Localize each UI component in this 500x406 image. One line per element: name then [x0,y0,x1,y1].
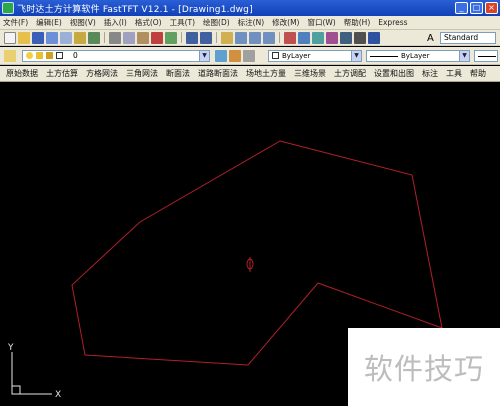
text-style-combo[interactable]: Standard [440,32,496,44]
cmd-annotate[interactable]: 标注 [422,68,438,79]
new-file-icon[interactable] [4,31,16,44]
print-preview-icon[interactable] [60,31,72,44]
menu-insert[interactable]: 插入(I) [104,17,127,28]
linetype-sample [370,56,398,57]
custom-menu-bar: 原始数据 土方估算 方格网法 三角网法 断面法 道路断面法 场地土方量 三维场景… [0,66,500,82]
markup-icon[interactable] [340,31,352,44]
menu-draw[interactable]: 绘图(D) [203,17,230,28]
maximize-button[interactable]: □ [470,2,483,14]
layer-name: 0 [73,51,78,60]
layer-on-icon [26,52,33,59]
sheet-set-icon[interactable] [326,31,338,44]
standard-toolbar: A Standard [0,30,500,46]
color-swatch [272,52,279,59]
menu-modify[interactable]: 修改(M) [272,17,299,28]
close-button[interactable]: × [485,2,498,14]
make-current-layer-icon[interactable] [215,50,227,62]
layer-states-icon[interactable] [243,50,255,62]
menu-help[interactable]: 帮助(H) [344,17,371,28]
watermark: 软件技巧 [348,328,500,406]
redo-icon[interactable] [200,31,212,44]
color-combo[interactable]: ByLayer ▼ [268,50,362,62]
layer-color-swatch [56,52,63,59]
menu-window[interactable]: 窗口(W) [307,17,335,28]
print-icon[interactable] [46,31,58,44]
cut-icon[interactable] [109,31,121,44]
layer-manager-icon[interactable] [4,50,16,62]
menu-dimension[interactable]: 标注(N) [238,17,264,28]
cmd-triangle-method[interactable]: 三角网法 [126,68,158,79]
block-editor-icon[interactable] [165,31,177,44]
menu-view[interactable]: 视图(V) [70,17,96,28]
copy-icon[interactable] [123,31,135,44]
cmd-3d-scene[interactable]: 三维场景 [294,68,326,79]
calculator-icon[interactable] [354,31,366,44]
tool-palettes-icon[interactable] [312,31,324,44]
layer-lock-icon [46,52,53,59]
layer-freeze-icon [36,52,43,59]
cmd-settings-output[interactable]: 设置和出图 [374,68,414,79]
toolbar-separator [181,32,182,43]
lineweight-combo[interactable] [474,50,498,62]
chevron-down-icon[interactable]: ▼ [199,51,209,61]
paste-icon[interactable] [137,31,149,44]
cmd-road-section-method[interactable]: 道路断面法 [198,68,238,79]
watermark-text: 软件技巧 [363,352,484,386]
color-value: ByLayer [282,52,311,60]
cmd-tools[interactable]: 工具 [446,68,462,79]
toolbar-separator [104,32,105,43]
layer-previous-icon[interactable] [229,50,241,62]
cmd-earthwork-estimate[interactable]: 土方估算 [46,68,78,79]
menu-format[interactable]: 格式(O) [135,17,162,28]
zoom-previous-icon[interactable] [263,31,275,44]
undo-icon[interactable] [186,31,198,44]
layer-combo[interactable]: 0 ▼ [22,50,210,62]
menu-bar: 文件(F) 编辑(E) 视图(V) 插入(I) 格式(O) 工具(T) 绘图(D… [0,16,500,30]
cmd-earthwork-allocation[interactable]: 土方调配 [334,68,366,79]
help-icon[interactable] [368,31,380,44]
plot-icon[interactable] [88,31,100,44]
chevron-down-icon[interactable]: ▼ [351,51,361,61]
menu-express[interactable]: Express [378,18,407,27]
text-style-icon: A [427,33,434,44]
crosshair-cursor [246,257,254,272]
linetype-combo[interactable]: ByLayer ▼ [366,50,470,62]
linetype-value: ByLayer [401,52,430,60]
app-icon [2,2,14,14]
cmd-section-method[interactable]: 断面法 [166,68,190,79]
ucs-icon: Y X [7,343,61,400]
chevron-down-icon[interactable]: ▼ [459,51,469,61]
publish-icon[interactable] [74,31,86,44]
zoom-realtime-icon[interactable] [235,31,247,44]
match-properties-icon[interactable] [151,31,163,44]
lineweight-sample [478,56,496,57]
properties-icon[interactable] [284,31,296,44]
design-center-icon[interactable] [298,31,310,44]
pan-icon[interactable] [221,31,233,44]
open-folder-icon[interactable] [18,31,30,44]
toolbar-separator [279,32,280,43]
menu-file[interactable]: 文件(F) [3,17,28,28]
cmd-original-data[interactable]: 原始数据 [6,68,38,79]
cmd-site-earthwork[interactable]: 场地土方量 [246,68,286,79]
ucs-x-label: X [55,390,61,400]
save-icon[interactable] [32,31,44,44]
cmd-help[interactable]: 帮助 [470,68,486,79]
cmd-grid-method[interactable]: 方格网法 [86,68,118,79]
title-bar: 飞时达土方计算软件 FastTFT V12.1 - [Drawing1.dwg]… [0,0,500,16]
zoom-window-icon[interactable] [249,31,261,44]
minimize-button[interactable]: _ [455,2,468,14]
toolbar-separator [216,32,217,43]
menu-edit[interactable]: 编辑(E) [36,17,62,28]
ucs-y-label: Y [7,343,14,353]
layers-toolbar: 0 ▼ ByLayer ▼ ByLayer ▼ [0,47,500,65]
window-title: 飞时达土方计算软件 FastTFT V12.1 - [Drawing1.dwg] [17,4,253,15]
menu-tools[interactable]: 工具(T) [170,17,195,28]
